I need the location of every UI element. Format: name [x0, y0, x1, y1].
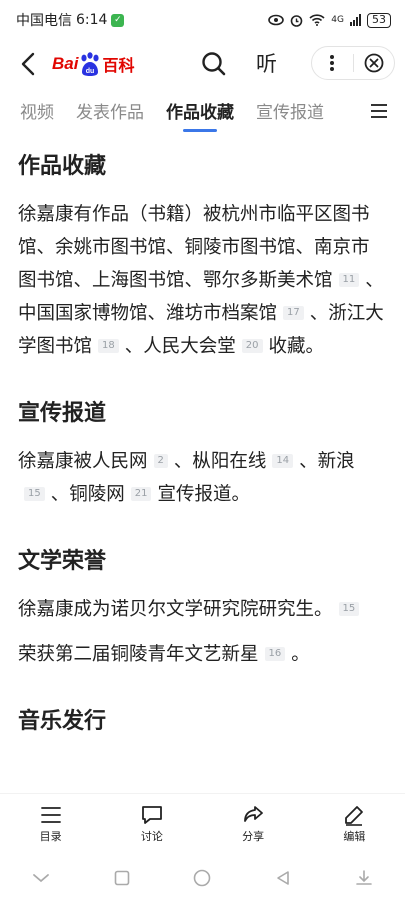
clock: 6:14 — [76, 12, 108, 28]
section-tabs: 视频 发表作品 作品收藏 宣传报道 — [0, 90, 405, 136]
text-segment: 收藏。 — [268, 336, 325, 357]
recents-square-icon[interactable] — [114, 870, 130, 886]
chevron-left-icon — [21, 52, 35, 76]
list-icon — [40, 807, 61, 823]
text-segment: 、枞阳在线 — [173, 451, 267, 472]
mini-app-capsule — [311, 46, 395, 80]
edit-label: 编辑 — [343, 830, 366, 843]
text-segment: 、铜陵网 — [50, 484, 125, 505]
home-circle-icon[interactable] — [193, 869, 211, 887]
section-title-honors: 文学荣誉 — [18, 549, 107, 574]
share-icon — [244, 806, 264, 822]
back-triangle-icon[interactable] — [275, 870, 291, 886]
pencil-icon — [345, 806, 364, 826]
search-icon — [202, 52, 226, 76]
text-segment: 、人民大会堂 — [124, 336, 236, 357]
tab-publicity[interactable]: 宣传报道 — [256, 90, 324, 136]
wechat-notification-icon: ✓ — [111, 13, 125, 27]
reference-badge[interactable]: 11 — [338, 273, 360, 287]
text-segment: 宣传报道。 — [157, 484, 250, 505]
tab-video[interactable]: 视频 — [20, 90, 54, 136]
baidu-baike-logo[interactable]: Bai du 百科 — [52, 46, 134, 82]
paw-icon: du — [81, 52, 100, 76]
network-type: 4G — [331, 15, 344, 25]
system-nav-bar — [0, 856, 405, 900]
text-segment: 、新浪 — [299, 451, 355, 472]
reference-badge[interactable]: 20 — [241, 339, 263, 353]
more-button[interactable] — [312, 54, 353, 72]
text-segment: 徐嘉康被人民网 — [18, 451, 148, 472]
signal-icon — [350, 14, 361, 26]
text-segment: 徐嘉康有作品（书籍）被杭州市临平区图书馆、余姚市图书馆、铜陵市图书馆、南京市图书… — [18, 204, 370, 291]
discuss-label: 讨论 — [140, 830, 163, 843]
reference-badge[interactable]: 17 — [283, 306, 304, 320]
paragraph-honors-1: 徐嘉康成为诺贝尔文学研究院研究生。 15 — [18, 593, 387, 626]
close-button[interactable] — [353, 53, 394, 73]
chevron-down-icon[interactable] — [32, 872, 50, 884]
logo-du: du — [86, 68, 95, 75]
logo-bai: Bai — [52, 54, 79, 73]
paragraph-honors-2: 荣获第二届铜陵青年文艺新星 16 。 — [18, 638, 387, 671]
logo-baike: 百科 — [102, 58, 135, 75]
share-label: 分享 — [242, 830, 265, 843]
paragraph-collection: 徐嘉康有作品（书籍）被杭州市临平区图书馆、余姚市图书馆、铜陵市图书馆、南京市图书… — [18, 198, 387, 363]
wifi-icon — [309, 14, 325, 26]
section-title-publicity: 宣传报道 — [18, 401, 107, 426]
reference-badge[interactable]: 18 — [98, 339, 119, 353]
more-vertical-icon — [330, 55, 335, 71]
comment-icon — [141, 806, 162, 824]
battery-icon: 53 — [367, 12, 391, 28]
discuss-button[interactable]: 讨论 — [117, 804, 187, 844]
toc-label: 目录 — [39, 830, 62, 843]
header: Bai du 百科 听 — [0, 40, 405, 88]
listen-button[interactable]: 听 — [256, 48, 277, 78]
reference-badge[interactable]: 21 — [130, 487, 152, 501]
section-title-music: 音乐发行 — [18, 709, 107, 734]
text-segment: 。 — [291, 644, 310, 665]
back-button[interactable] — [14, 50, 42, 78]
tab-published-works[interactable]: 发表作品 — [76, 90, 144, 136]
toc-button[interactable]: 目录 — [16, 804, 86, 844]
close-circle-icon — [364, 53, 384, 73]
share-button[interactable]: 分享 — [218, 804, 288, 844]
reference-badge[interactable]: 15 — [24, 487, 45, 501]
text-segment: 荣获第二届铜陵青年文艺新星 — [18, 644, 259, 665]
edit-button[interactable]: 编辑 — [319, 804, 389, 844]
eye-icon — [268, 14, 285, 26]
reference-badge[interactable]: 15 — [338, 602, 360, 616]
bottom-toolbar: 目录 讨论 分享 编辑 — [0, 794, 405, 854]
search-button[interactable] — [200, 50, 228, 78]
tab-collection[interactable]: 作品收藏 — [166, 90, 234, 136]
tabs-menu-icon[interactable] — [371, 104, 387, 122]
alarm-icon — [290, 14, 303, 27]
paragraph-publicity: 徐嘉康被人民网 2 、枞阳在线 14 、新浪 15 、铜陵网 21 宣传报道。 — [18, 445, 387, 511]
reference-badge[interactable]: 14 — [272, 454, 294, 468]
reference-badge[interactable]: 16 — [264, 647, 286, 661]
status-right: 4G 53 — [268, 12, 391, 28]
article-content: 作品收藏 徐嘉康有作品（书籍）被杭州市临平区图书馆、余姚市图书馆、铜陵市图书馆、… — [0, 136, 405, 794]
status-left: 中国电信 6:14 ✓ — [16, 10, 125, 30]
status-bar: 中国电信 6:14 ✓ 4G 53 — [0, 0, 405, 40]
text-segment: 徐嘉康成为诺贝尔文学研究院研究生。 — [18, 599, 333, 620]
carrier-label: 中国电信 — [16, 13, 72, 29]
reference-badge[interactable]: 2 — [153, 454, 168, 468]
section-title-collection: 作品收藏 — [18, 154, 107, 179]
download-tray-icon[interactable] — [355, 869, 373, 887]
